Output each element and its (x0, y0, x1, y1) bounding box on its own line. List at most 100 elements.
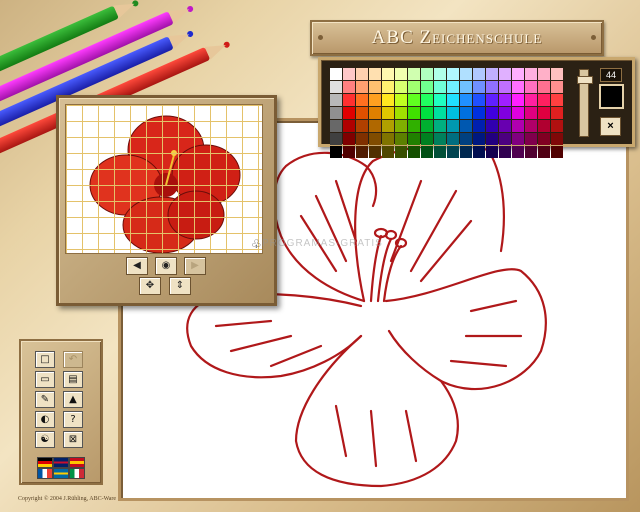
pencil-tool-button[interactable]: ✎ (35, 391, 55, 408)
color-swatch[interactable] (447, 120, 459, 132)
color-swatch[interactable] (512, 94, 524, 106)
color-swatch[interactable] (343, 133, 355, 145)
color-swatch[interactable] (395, 133, 407, 145)
color-swatch[interactable] (434, 107, 446, 119)
save-button[interactable]: ▤ (63, 371, 83, 388)
exit-button[interactable]: ⊠ (63, 431, 83, 448)
color-swatch[interactable] (421, 107, 433, 119)
new-button[interactable]: □ (35, 351, 55, 368)
color-swatch[interactable] (499, 107, 511, 119)
color-swatch[interactable] (356, 120, 368, 132)
color-swatch[interactable] (460, 68, 472, 80)
color-swatch[interactable] (486, 146, 498, 158)
flag-swedish[interactable] (53, 468, 69, 479)
color-swatch[interactable] (408, 94, 420, 106)
color-swatch[interactable] (434, 133, 446, 145)
picture-button[interactable]: ▲ (63, 391, 83, 408)
color-swatch[interactable] (460, 94, 472, 106)
flag-german[interactable] (37, 457, 53, 468)
color-swatch[interactable] (330, 107, 342, 119)
color-swatch[interactable] (486, 94, 498, 106)
settings-button[interactable]: ☯ (35, 431, 55, 448)
color-swatch[interactable] (408, 107, 420, 119)
color-swatch[interactable] (538, 120, 550, 132)
color-swatch[interactable] (551, 146, 563, 158)
color-swatch[interactable] (525, 107, 537, 119)
color-swatch[interactable] (499, 133, 511, 145)
color-swatch[interactable] (499, 81, 511, 93)
color-swatch[interactable] (434, 68, 446, 80)
color-swatch[interactable] (525, 146, 537, 158)
color-swatch[interactable] (486, 120, 498, 132)
color-swatch[interactable] (551, 94, 563, 106)
color-swatch[interactable] (473, 146, 485, 158)
help-button[interactable]: ? (63, 411, 83, 428)
color-swatch[interactable] (551, 133, 563, 145)
color-swatch[interactable] (499, 146, 511, 158)
color-swatch-grid[interactable] (330, 68, 563, 158)
color-swatch[interactable] (330, 120, 342, 132)
color-swatch[interactable] (382, 68, 394, 80)
color-swatch[interactable] (408, 81, 420, 93)
color-swatch[interactable] (395, 107, 407, 119)
color-swatch[interactable] (525, 81, 537, 93)
color-swatch[interactable] (408, 133, 420, 145)
color-swatch[interactable] (473, 68, 485, 80)
color-swatch[interactable] (369, 146, 381, 158)
color-swatch[interactable] (421, 94, 433, 106)
template-move-button[interactable]: ✥ (139, 277, 161, 295)
color-swatch[interactable] (369, 94, 381, 106)
color-swatch[interactable] (382, 146, 394, 158)
color-swatch[interactable] (512, 81, 524, 93)
color-swatch[interactable] (525, 120, 537, 132)
color-swatch[interactable] (473, 107, 485, 119)
color-swatch[interactable] (551, 120, 563, 132)
color-swatch[interactable] (512, 146, 524, 158)
brush-size-slider-thumb[interactable] (577, 76, 593, 84)
color-swatch[interactable] (486, 107, 498, 119)
color-swatch[interactable] (408, 146, 420, 158)
color-swatch[interactable] (538, 133, 550, 145)
color-swatch[interactable] (356, 146, 368, 158)
color-swatch[interactable] (486, 81, 498, 93)
color-swatch[interactable] (525, 94, 537, 106)
color-swatch[interactable] (447, 146, 459, 158)
color-swatch[interactable] (330, 94, 342, 106)
color-swatch[interactable] (460, 107, 472, 119)
speaker-button[interactable]: ◐ (35, 411, 55, 428)
color-swatch[interactable] (512, 68, 524, 80)
color-swatch[interactable] (538, 94, 550, 106)
color-swatch[interactable] (434, 94, 446, 106)
flag-english[interactable] (53, 457, 69, 468)
color-swatch[interactable] (512, 107, 524, 119)
color-swatch[interactable] (473, 81, 485, 93)
color-swatch[interactable] (447, 94, 459, 106)
color-swatch[interactable] (369, 68, 381, 80)
color-swatch[interactable] (473, 133, 485, 145)
color-swatch[interactable] (343, 120, 355, 132)
flag-italian[interactable] (69, 468, 85, 479)
color-swatch[interactable] (382, 94, 394, 106)
template-show-button[interactable]: ◉ (155, 257, 177, 275)
open-button[interactable]: ▭ (35, 371, 55, 388)
color-swatch[interactable] (447, 68, 459, 80)
color-swatch[interactable] (434, 120, 446, 132)
color-swatch[interactable] (460, 120, 472, 132)
color-swatch[interactable] (460, 133, 472, 145)
color-swatch[interactable] (356, 107, 368, 119)
undo-button[interactable]: ↶ (63, 351, 83, 368)
color-swatch[interactable] (499, 120, 511, 132)
color-swatch[interactable] (343, 81, 355, 93)
color-swatch[interactable] (538, 107, 550, 119)
color-swatch[interactable] (395, 68, 407, 80)
color-swatch[interactable] (473, 94, 485, 106)
color-swatch[interactable] (512, 133, 524, 145)
color-swatch[interactable] (551, 107, 563, 119)
color-swatch[interactable] (343, 94, 355, 106)
color-swatch[interactable] (538, 81, 550, 93)
color-swatch[interactable] (421, 68, 433, 80)
flag-french[interactable] (37, 468, 53, 479)
color-swatch[interactable] (434, 146, 446, 158)
color-swatch[interactable] (499, 68, 511, 80)
color-swatch[interactable] (382, 133, 394, 145)
